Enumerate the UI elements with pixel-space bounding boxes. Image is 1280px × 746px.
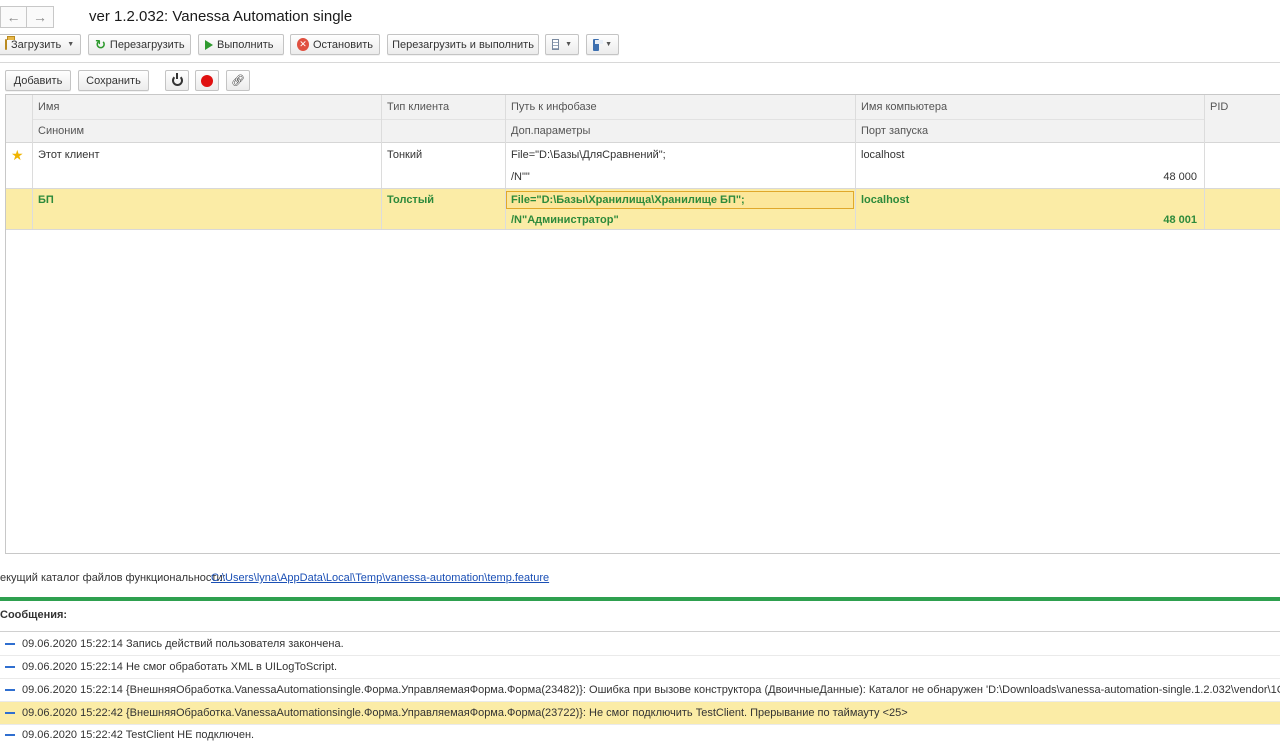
dropdown-arrow-icon: ▼ — [565, 41, 572, 48]
floppy-disk-icon — [593, 38, 604, 51]
column-divider — [1204, 95, 1205, 229]
connect-button[interactable]: 🔗︎ — [226, 70, 250, 91]
run-button-label: Выполнить — [217, 38, 274, 51]
power-icon — [171, 73, 183, 86]
message-dash-icon — [5, 643, 15, 645]
message-text: 09.06.2020 15:22:14 Запись действий поль… — [22, 638, 344, 650]
column-header-launch-port[interactable]: Порт запуска — [861, 125, 928, 137]
messages-title: Сообщения: — [0, 609, 68, 621]
message-dash-icon — [5, 734, 15, 736]
column-header-client-type[interactable]: Тип клиента — [387, 101, 449, 113]
play-icon — [205, 39, 213, 50]
navigation-buttons: ← → — [0, 6, 54, 28]
message-item[interactable]: 09.06.2020 15:22:14 {ВнешняяОбработка.Va… — [0, 679, 1280, 701]
save-button-label: Сохранить — [86, 74, 141, 87]
column-header-computer-name[interactable]: Имя компьютера — [861, 101, 947, 113]
record-icon — [201, 74, 213, 87]
column-header-synonym[interactable]: Синоним — [38, 125, 84, 137]
cell-client-type[interactable]: Толстый — [387, 194, 434, 206]
stop-button-label: Остановить — [312, 38, 373, 51]
column-header-name[interactable]: Имя — [38, 101, 59, 113]
reload-and-run-button[interactable]: Перезагрузить и выполнить — [387, 34, 539, 55]
column-header-infobase-path[interactable]: Путь к инфобазе — [511, 101, 597, 113]
cell-name[interactable]: БП — [38, 194, 54, 206]
table-view-menu-button[interactable]: ▼ — [545, 34, 579, 55]
clients-table: Имя Синоним Тип клиента Путь к инфобазе … — [5, 94, 1280, 554]
message-dash-icon — [5, 666, 15, 668]
message-text: 09.06.2020 15:22:42 TestClient НЕ подклю… — [22, 729, 255, 741]
row-divider — [6, 229, 1280, 230]
reload-and-run-label: Перезагрузить и выполнить — [392, 38, 534, 51]
add-button[interactable]: Добавить — [5, 70, 71, 91]
dropdown-arrow-icon: ▼ — [67, 41, 75, 48]
cell-computer-name[interactable]: localhost — [861, 194, 909, 206]
message-dash-icon — [5, 712, 15, 714]
cell-launch-port[interactable]: 48 000 — [1136, 171, 1197, 183]
power-button[interactable] — [165, 70, 189, 91]
dropdown-arrow-icon: ▼ — [605, 41, 612, 48]
refresh-icon: ↻ — [95, 37, 106, 52]
column-divider — [505, 95, 506, 229]
cell-name[interactable]: Этот клиент — [38, 149, 100, 161]
folder-icon — [5, 36, 15, 50]
features-dir-link[interactable]: C:\Users\lyna\AppData\Local\Temp\vanessa… — [211, 572, 549, 584]
message-item[interactable]: 09.06.2020 15:22:14 Запись действий поль… — [0, 633, 1280, 655]
column-header-extra-params[interactable]: Доп.параметры — [511, 125, 590, 137]
back-button[interactable]: ← — [0, 6, 27, 28]
window-title: ver 1.2.032: Vanessa Automation single — [89, 8, 353, 25]
features-dir-label: екущий каталог файлов функциональности: — [0, 572, 226, 584]
column-header-pid[interactable]: PID — [1210, 101, 1228, 113]
message-text: 09.06.2020 15:22:14 {ВнешняяОбработка.Va… — [22, 684, 1280, 696]
cell-computer-name[interactable]: localhost — [861, 149, 904, 161]
splitter-bar[interactable] — [0, 597, 1280, 601]
save-button[interactable]: Сохранить — [78, 70, 149, 91]
column-divider — [855, 95, 856, 229]
load-button[interactable]: Загрузить ▼ — [0, 34, 81, 55]
run-button[interactable]: Выполнить — [198, 34, 284, 55]
add-button-label: Добавить — [13, 74, 63, 87]
cell-infobase-path[interactable]: File="D:\Базы\ДляСравнений"; — [511, 149, 666, 161]
forward-button[interactable]: → — [27, 6, 54, 28]
cell-extra-params[interactable]: /N"" — [511, 171, 530, 183]
star-icon: ★ — [11, 147, 24, 163]
message-text: 09.06.2020 15:22:14 Не смог обработать X… — [22, 661, 338, 673]
column-divider — [32, 95, 33, 229]
messages-divider — [0, 631, 1280, 632]
record-button[interactable] — [195, 70, 219, 91]
cell-infobase-path[interactable]: File="D:\Базы\Хранилища\Хранилище БП"; — [511, 194, 745, 206]
row-divider — [6, 188, 1280, 189]
save-menu-button[interactable]: ▼ — [586, 34, 619, 55]
toolbar-divider — [0, 62, 1280, 63]
cell-client-type[interactable]: Тонкий — [387, 149, 422, 161]
message-item[interactable]: 09.06.2020 15:22:42 TestClient НЕ подклю… — [0, 724, 1280, 746]
column-divider — [381, 95, 382, 229]
arrow-left-icon: ← — [6, 9, 21, 25]
message-dash-icon — [5, 689, 15, 691]
message-item-selected[interactable]: 09.06.2020 15:22:42 {ВнешняяОбработка.Va… — [0, 702, 1280, 724]
message-text: 09.06.2020 15:22:42 {ВнешняяОбработка.Va… — [22, 707, 908, 719]
arrow-right-icon: → — [33, 9, 47, 25]
cell-launch-port[interactable]: 48 001 — [1136, 214, 1197, 226]
cell-extra-params[interactable]: /N"Администратор" — [511, 214, 619, 226]
header-divider — [32, 119, 1204, 120]
table-icon — [552, 39, 560, 50]
link-icon: 🔗︎ — [231, 75, 245, 87]
table-header: Имя Синоним Тип клиента Путь к инфобазе … — [6, 95, 1280, 143]
stop-icon: ✕ — [297, 38, 309, 51]
stop-button[interactable]: ✕ Остановить — [290, 34, 380, 55]
message-item[interactable]: 09.06.2020 15:22:14 Не смог обработать X… — [0, 656, 1280, 678]
reload-button[interactable]: ↻ Перезагрузить — [88, 34, 191, 55]
load-button-label: Загрузить — [11, 38, 62, 51]
reload-button-label: Перезагрузить — [109, 38, 185, 51]
